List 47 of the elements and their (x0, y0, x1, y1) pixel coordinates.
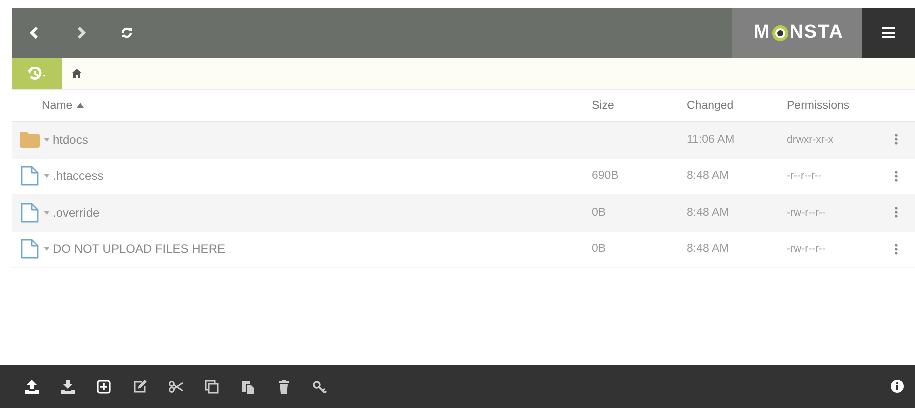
file-row[interactable]: DO NOT UPLOAD FILES HERE 0B 8:48 AM -rw-r--r-- (12, 232, 915, 268)
refresh-icon (121, 27, 133, 39)
edit-icon (133, 380, 147, 394)
more-icon[interactable] (894, 170, 898, 182)
file-name: DO NOT UPLOAD FILES HERE (53, 242, 226, 256)
permissions-text: -rw-r--r-- (787, 206, 826, 219)
changed-time: 8:48 AM (687, 206, 730, 219)
logo-text: NSTA (790, 22, 844, 44)
upload-icon (25, 380, 39, 394)
column-header[interactable]: Size (592, 100, 687, 112)
scissors-icon (169, 380, 183, 394)
chevron-left-icon (30, 27, 40, 39)
permissions-text: drwxr-xr-x (787, 134, 834, 146)
copy-icon (205, 380, 219, 394)
column-header[interactable]: Name (12, 100, 592, 112)
trash-icon (277, 380, 291, 394)
changed-time: 8:48 AM (687, 243, 730, 256)
more-icon[interactable] (894, 134, 898, 146)
info-icon (890, 380, 904, 393)
file-size: 690B (592, 170, 619, 182)
file-row[interactable]: .override 0B 8:48 AM -rw-r--r-- (12, 195, 915, 232)
file-row[interactable]: htdocs 11:06 AM drwxr-xr-x (12, 122, 915, 158)
file-size: 0B (592, 206, 606, 219)
logo-text: M (754, 22, 771, 44)
history-icon (27, 66, 47, 80)
more-icon[interactable] (894, 244, 898, 255)
download-icon (61, 380, 75, 394)
home-icon (72, 69, 82, 78)
plus-square-icon (97, 380, 111, 394)
permissions-text: -r--r--r-- (787, 170, 822, 182)
file-row[interactable]: .htaccess 690B 8:48 AM -r--r--r-- (12, 158, 915, 195)
key-icon (313, 380, 327, 394)
file-name: .override (53, 206, 100, 220)
chevron-right-icon (76, 27, 86, 39)
changed-time: 8:48 AM (687, 170, 730, 182)
paste-icon (241, 380, 255, 394)
more-icon[interactable] (894, 207, 898, 218)
file-name: htdocs (53, 132, 88, 147)
permissions-text: -rw-r--r-- (787, 243, 826, 256)
file-name: .htaccess (53, 169, 104, 184)
column-header[interactable]: Changed (687, 100, 787, 112)
changed-time: 11:06 AM (687, 134, 735, 146)
menu-button[interactable] (862, 8, 915, 58)
menu-icon (882, 27, 895, 39)
eye-icon (772, 24, 789, 42)
column-header[interactable]: Permissions (787, 100, 877, 112)
file-size: 0B (592, 243, 606, 256)
